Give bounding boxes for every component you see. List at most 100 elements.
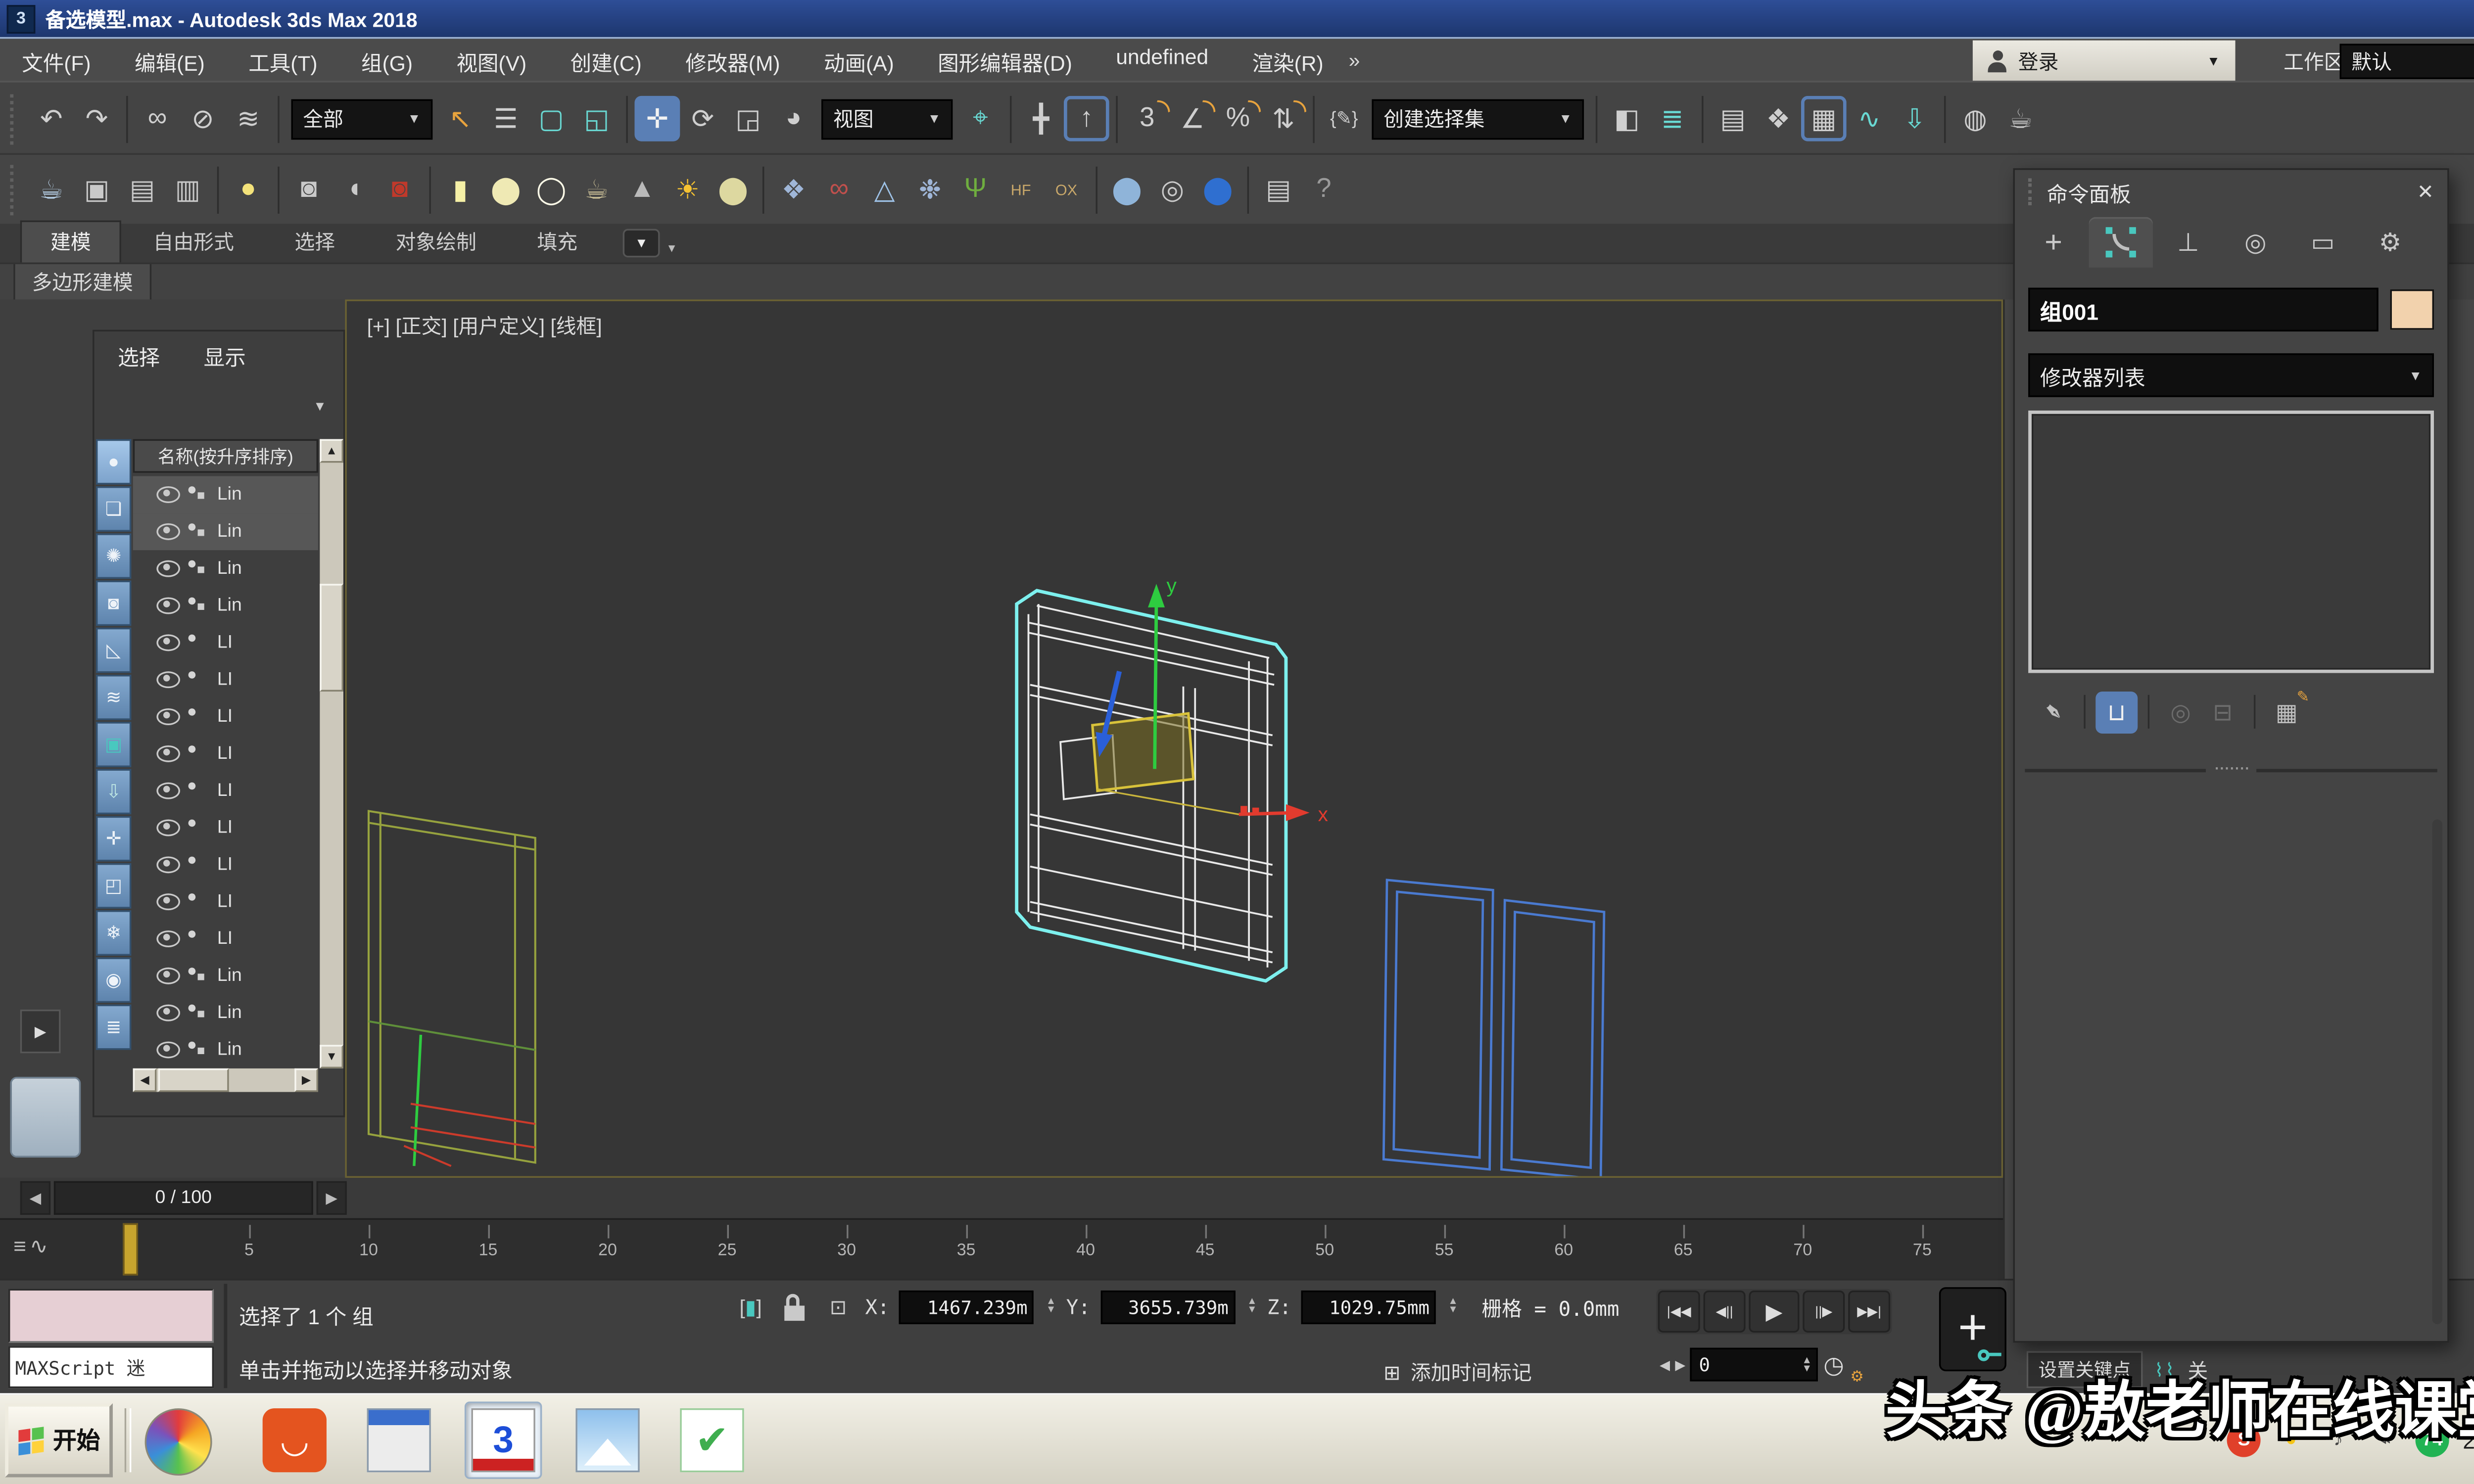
visibility-eye-icon[interactable] [156,523,180,540]
visibility-eye-icon[interactable] [156,634,180,651]
egg-light-icon[interactable]: ⬤ [483,167,528,213]
prev-key-icon[interactable]: ◀ [1660,1357,1670,1372]
workspace-dropdown[interactable]: 默认 ▼ [2340,44,2474,79]
list-item-8[interactable]: LI [133,772,318,809]
show-end-result-icon[interactable]: ⊔ [2095,691,2138,733]
ribbon-tab-建模[interactable]: 建模 [20,221,121,263]
list-item-4[interactable]: LI [133,624,318,661]
explorer-dropdown-icon[interactable]: ▼ [313,399,327,414]
fur-icon[interactable]: OX [1044,167,1089,213]
taskbar-pinwheel-icon[interactable] [145,1408,212,1476]
y-spinner[interactable]: ▲▼ [1247,1299,1257,1316]
list-item-3[interactable]: Lin [133,587,318,624]
z-coordinate-field[interactable]: 1029.75mm [1301,1291,1436,1324]
z-spinner[interactable]: ▲▼ [1448,1299,1458,1316]
remove-modifier-icon[interactable]: ⊟ [2202,691,2244,733]
viewport-canvas[interactable]: y x [347,301,2001,1176]
sun-icon[interactable]: ☀ [665,167,711,213]
render-teapot-icon[interactable]: ☕ [29,167,74,213]
blob-icon[interactable]: ❉ [907,167,953,213]
list-item-6[interactable]: LI [133,698,318,736]
explorer-menu-选择[interactable]: 选择 [118,340,160,380]
time-back-button[interactable]: ◀ [20,1181,50,1215]
list-item-12[interactable]: LI [133,921,318,958]
visibility-eye-icon[interactable] [156,783,180,799]
filter-containers-icon[interactable]: ◰ [96,863,131,909]
viewport[interactable]: [+] [正交] [用户定义] [线框] [345,299,2003,1178]
tab-hierarchy[interactable]: ⊥ [2156,217,2220,268]
menu-item-4[interactable]: 视图(V) [434,45,548,77]
sphere-icon[interactable]: ⬤ [1104,167,1150,213]
play-button[interactable]: ▶ [1749,1291,1799,1333]
filter-frozen-icon[interactable]: ❄ [96,910,131,956]
select-camera-icon[interactable]: ◎ [1149,167,1195,213]
list-item-2[interactable]: Lin [133,550,318,587]
explorer-horizontal-scrollbar[interactable]: ◀ ▶ [133,1068,318,1092]
hair-icon[interactable]: HF [998,167,1044,213]
select-object-icon[interactable]: ↖ [437,96,483,141]
tab-modify[interactable] [2089,217,2153,268]
scene-explorer-icon[interactable]: ❖ [1756,96,1801,141]
visibility-eye-icon[interactable] [156,560,180,577]
list-item-1[interactable]: Lin [133,513,318,550]
login-dropdown[interactable]: 登录 ▼ [1973,41,2236,83]
filter-groups-icon[interactable]: ▣ [96,722,131,767]
viewport-label[interactable]: [+] [正交] [用户定义] [线框] [367,311,602,340]
command-panel-header[interactable]: 命令面板 ✕ [2015,170,2447,214]
select-scale-icon[interactable]: ◲ [725,96,771,141]
time-slider-marker[interactable] [123,1223,138,1275]
visibility-eye-icon[interactable] [156,671,180,688]
object-name-field[interactable]: 组001 [2028,288,2379,331]
visibility-eye-icon[interactable] [156,930,180,947]
explorer-sort-header[interactable]: 名称(按升序排序) [133,439,318,473]
taskbar-app-3dsmax[interactable]: 3 [465,1401,542,1479]
filter-helpers-icon[interactable]: ◺ [96,628,131,673]
time-configuration-icon[interactable]: ◷⚙ [1823,1350,1857,1379]
emitter-icon[interactable]: △ [862,167,907,213]
menu-item-5[interactable]: 创建(C) [548,45,664,77]
ribbon-tab-对象绘制[interactable]: 对象绘制 [367,222,505,263]
grass-icon[interactable]: Ψ [952,167,998,213]
select-rotate-icon[interactable]: ⟳ [680,96,725,141]
taskbar-app-images[interactable] [569,1401,646,1479]
explorer-vertical-scrollbar[interactable]: ▲ ▼ [320,439,343,1068]
snap-3d-icon[interactable]: 3⌒ [1124,96,1170,141]
scroll-right-icon[interactable]: ▶ [294,1068,318,1092]
cone-icon[interactable]: ▲ [619,167,665,213]
next-frame-button[interactable]: ||▶ [1803,1291,1845,1333]
visibility-eye-icon[interactable] [156,1041,180,1058]
menu-item-0[interactable]: 文件(F) [0,45,113,77]
visibility-eye-icon[interactable] [156,856,180,873]
selection-brackets-icon[interactable]: [▮] [734,1291,767,1324]
time-forward-button[interactable]: ▶ [317,1181,347,1215]
taskbar-app-orange[interactable]: ◡ [256,1401,333,1479]
particle-array-icon[interactable]: ❖ [771,167,816,213]
y-coordinate-field[interactable]: 3655.739m [1100,1291,1235,1324]
egg-icon[interactable]: ⬤ [711,167,756,213]
visibility-eye-icon[interactable] [156,597,180,614]
ribbon-tab-自由形式[interactable]: 自由形式 [125,222,263,263]
x-spinner[interactable]: ▲▼ [1046,1299,1056,1316]
menu-item-7[interactable]: 动画(A) [802,45,916,77]
named-sets-dropdown[interactable]: 创建选择集▼ [1372,98,1584,139]
unlink-icon[interactable]: ⊘ [180,96,226,141]
camera-view-icon[interactable]: ◖ [332,167,377,213]
visibility-eye-icon[interactable] [156,708,180,725]
list-item-10[interactable]: LI [133,846,318,883]
edit-named-sets-icon[interactable]: {✎} [1321,96,1367,141]
box-light-icon[interactable]: ▮ [437,167,483,213]
exclude-sphere-icon[interactable]: ⬤ [1195,167,1240,213]
align-icon[interactable]: ≣ [1650,96,1695,141]
visibility-eye-icon[interactable] [156,745,180,762]
visibility-eye-icon[interactable] [156,819,180,836]
track-bar[interactable]: ≡∿ 51015202530354045505560657075 [0,1218,2003,1281]
use-pivot-center-icon[interactable]: ⌖ [958,96,1003,141]
render-setup-icon[interactable]: ☕ [1998,96,2044,141]
maxscript-listener-input[interactable]: MAXScript 迷 [8,1346,214,1388]
ref-coord-dropdown[interactable]: 视图▼ [821,98,952,139]
scroll-left-icon[interactable]: ◀ [133,1068,157,1092]
visibility-eye-icon[interactable] [156,893,180,910]
select-move-icon[interactable]: ✛ [634,96,680,141]
absolute-offset-icon[interactable]: ⊡ [821,1291,855,1324]
list-item-5[interactable]: LI [133,661,318,698]
